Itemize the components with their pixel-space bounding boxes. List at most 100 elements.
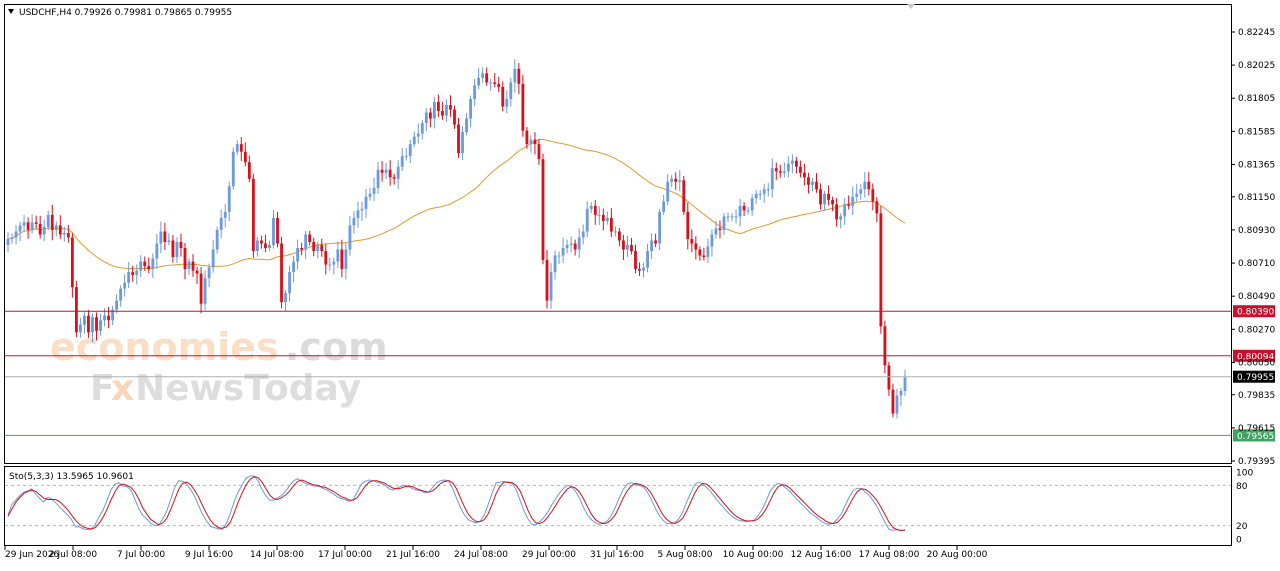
candle-body — [203, 278, 207, 304]
candle-body — [74, 287, 78, 333]
candle-body — [666, 181, 670, 202]
candle-body — [537, 144, 541, 160]
candle-body — [344, 249, 348, 270]
candle-body — [505, 98, 509, 107]
candle-body — [167, 240, 171, 242]
candle-body — [103, 315, 106, 321]
candle-body — [626, 244, 629, 250]
candle-body — [199, 273, 203, 304]
candle-body — [823, 193, 826, 205]
candle-body — [658, 211, 662, 244]
time-tick-label: 17 Aug 08:00 — [859, 550, 920, 560]
candle-body — [58, 225, 62, 235]
price-tick-label: 0.81805 — [1238, 94, 1275, 104]
candle-body — [332, 261, 336, 265]
candle-body — [83, 315, 86, 325]
candle-body — [678, 180, 682, 182]
candle-body — [710, 234, 714, 247]
candle-body — [441, 111, 444, 116]
candle-body — [388, 169, 392, 178]
candle-body — [123, 282, 127, 289]
candle-body — [91, 317, 94, 333]
candle-body — [883, 326, 887, 366]
candle-body — [871, 189, 875, 202]
candle-body — [143, 261, 147, 267]
candle-body — [899, 391, 903, 396]
candle-body — [255, 240, 259, 252]
candle-body — [895, 395, 899, 414]
stochastic-tick-label: 100 — [1236, 469, 1253, 479]
candle-body — [461, 132, 464, 154]
candle-body — [654, 240, 658, 244]
candle-body — [264, 243, 267, 249]
candle-body — [449, 105, 452, 110]
candle-body — [867, 181, 871, 190]
candle-body — [734, 216, 738, 218]
candle-body — [851, 196, 855, 206]
candle-body — [147, 266, 151, 270]
candle-body — [557, 255, 561, 257]
candle-body — [646, 251, 649, 268]
candle-body — [585, 208, 589, 232]
time-tick-label: 2 Jul 08:00 — [49, 550, 98, 560]
candle-body — [42, 226, 46, 235]
candle-body — [10, 237, 14, 239]
candle-body — [525, 130, 529, 145]
chart-window: economies .com F x NewsToday 0.80390 0.80… — [0, 0, 1280, 567]
time-tick-label: 9 Jul 16:00 — [185, 550, 234, 560]
candle-body — [312, 241, 316, 252]
chart-canvas: economies .com F x NewsToday 0.80390 0.80… — [4, 4, 1275, 560]
time-tick-label: 31 Jul 16:00 — [590, 550, 644, 560]
candle-body — [493, 82, 497, 84]
candle-body — [243, 151, 247, 163]
candle-body — [119, 288, 123, 301]
candle-body — [336, 249, 340, 262]
candle-body — [300, 248, 304, 250]
candle-body — [284, 293, 287, 303]
candle-body — [392, 177, 396, 179]
price-tick-label: 0.81365 — [1238, 160, 1275, 170]
candle-body — [465, 118, 468, 133]
candle-body — [517, 68, 521, 84]
candle-body — [66, 232, 70, 238]
candle-body — [247, 162, 251, 179]
candle-body — [794, 160, 798, 167]
candle-body — [155, 243, 159, 259]
candle-body — [95, 317, 98, 331]
candle-body — [372, 187, 376, 194]
candle-body — [163, 231, 167, 242]
candle-body — [593, 205, 597, 215]
time-tick-label: 29 Jul 00:00 — [522, 550, 576, 560]
time-tick-label: 21 Jul 16:00 — [386, 550, 440, 560]
candle-body — [674, 178, 678, 182]
candle-body — [827, 193, 830, 200]
candle-body — [324, 251, 328, 265]
candle — [541, 153, 545, 265]
candle-body — [521, 83, 525, 131]
price-tick-label: 0.82245 — [1238, 28, 1275, 38]
candle-body — [38, 223, 42, 235]
candle-body — [690, 238, 694, 244]
candle-body — [432, 101, 436, 119]
candle-body — [87, 315, 90, 333]
candle-body — [634, 251, 637, 270]
candle-body — [457, 124, 460, 154]
candle — [231, 147, 235, 190]
candle-body — [179, 241, 183, 248]
candle-body — [622, 240, 625, 250]
candle-body — [533, 139, 537, 145]
candle-body — [227, 186, 231, 212]
candle-body — [541, 159, 545, 261]
candle-body — [863, 181, 867, 190]
price-tick-label: 0.80930 — [1238, 226, 1275, 236]
time-tick-label: 20 Aug 00:00 — [927, 550, 988, 560]
candle-body — [400, 156, 404, 167]
candle-body — [638, 269, 641, 271]
candle-body — [477, 77, 481, 86]
candle-body — [223, 211, 227, 218]
candle-body — [235, 144, 239, 152]
candle-body — [380, 169, 384, 173]
candle-body — [231, 151, 235, 187]
oscillator-panel-frame — [4, 466, 1232, 546]
candle-body — [770, 168, 774, 190]
